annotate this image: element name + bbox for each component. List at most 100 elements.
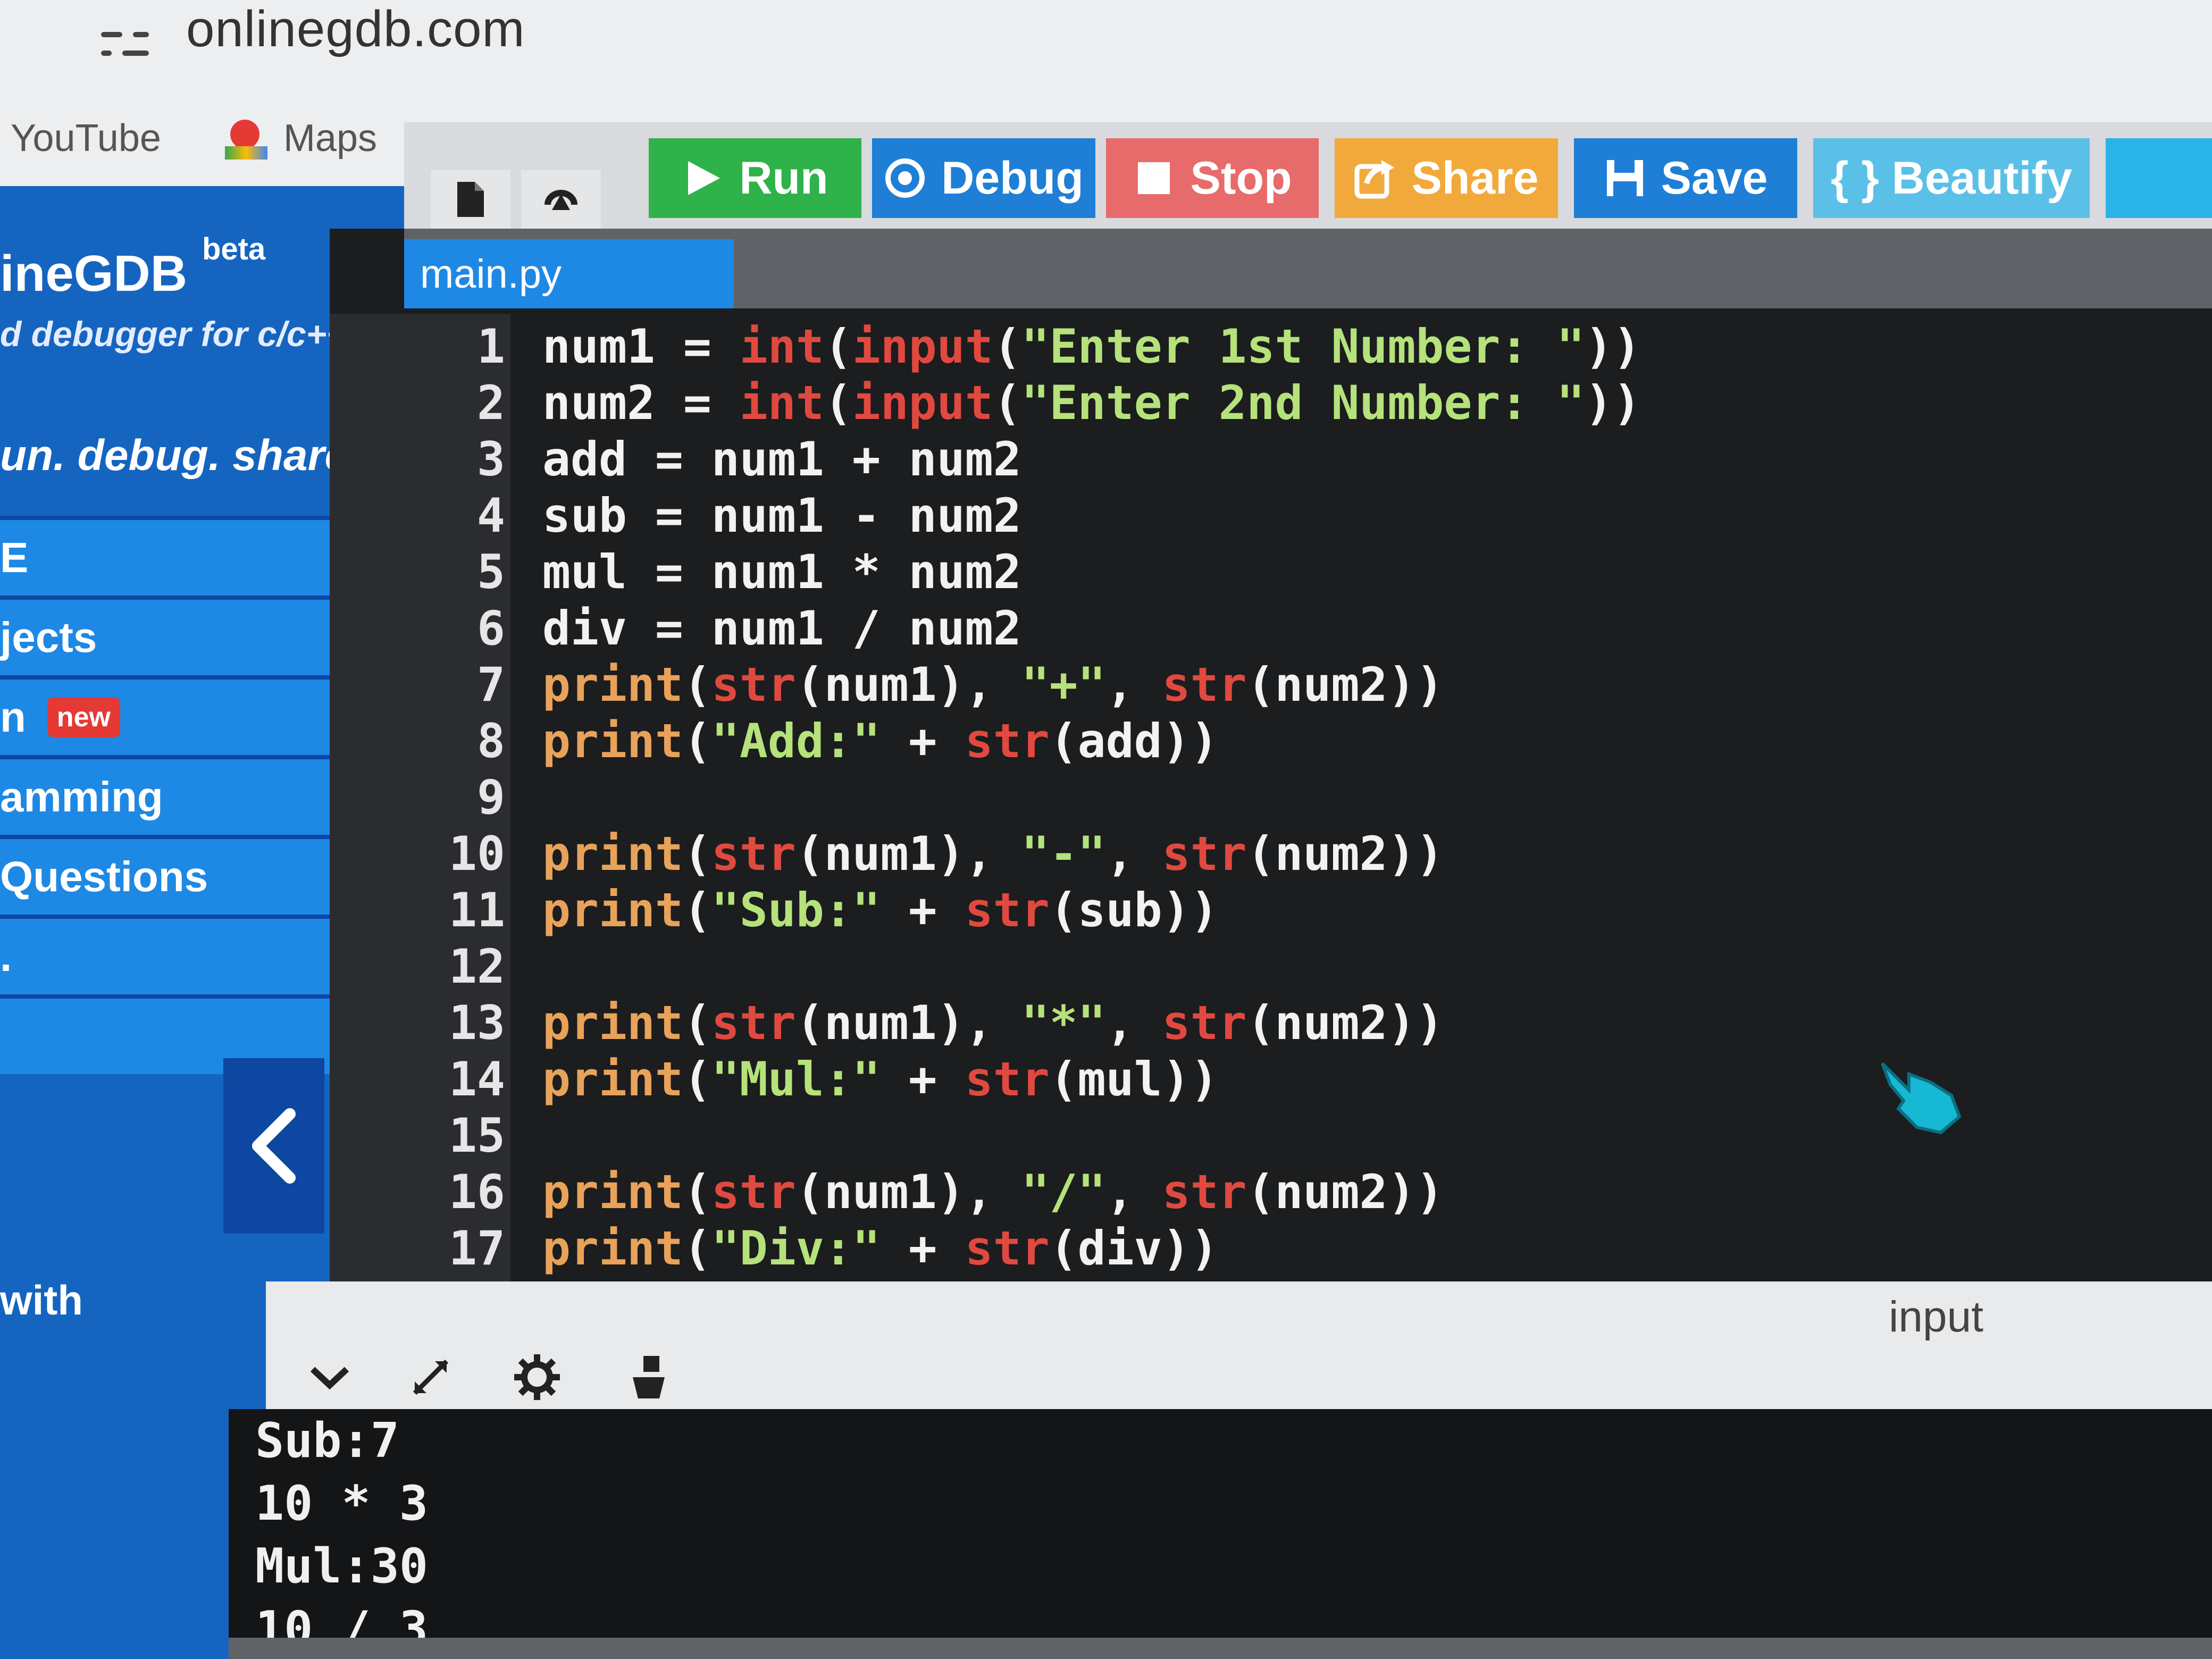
beta-badge: beta	[202, 232, 266, 266]
code-text: add = num1 + num2	[542, 432, 1021, 487]
sidebar-item-label: jects	[0, 614, 97, 661]
line-number: 8	[477, 714, 505, 768]
console-line: Sub:7	[255, 1412, 399, 1469]
line-number: 16	[449, 1164, 505, 1219]
maps-icon	[224, 117, 267, 160]
share-icon	[1354, 160, 1395, 199]
shrink-icon	[413, 1359, 449, 1395]
resize-output-button[interactable]	[399, 1345, 463, 1409]
line-number: 6	[477, 601, 505, 656]
output-console[interactable]: Sub:7 10 * 3 Mul:30 10 / 3	[229, 1409, 2212, 1659]
code-line[interactable]: 3 add = num1 + num2	[330, 432, 2212, 488]
sidebar-item-label: n	[0, 693, 26, 741]
language-select[interactable]	[2106, 138, 2212, 218]
code-line[interactable]: 8 print("Add:" + str(add))	[330, 714, 2212, 770]
beautify-button-label: { } Beautify	[1830, 152, 2073, 204]
code-text: print("Div:" + str(div))	[542, 1221, 1219, 1276]
code-text: print(str(num1), "+", str(num2))	[542, 657, 1444, 712]
input-tab[interactable]: input	[1889, 1292, 1983, 1342]
io-panel-header: input	[266, 1281, 2212, 1409]
site-settings-icon[interactable]	[101, 24, 149, 66]
stop-button[interactable]: Stop	[1106, 138, 1319, 218]
beautify-button[interactable]: { } Beautify	[1813, 138, 2090, 218]
gear-icon	[514, 1354, 560, 1400]
code-line[interactable]: 13 print(str(num1), "*", str(num2))	[330, 995, 2212, 1052]
stop-button-label: Stop	[1190, 152, 1292, 204]
bookmarks-bar: YouTube Maps	[11, 109, 377, 167]
code-text: num2 = int(input("Enter 2nd Number: "))	[542, 375, 1641, 430]
bookmark-label: YouTube	[11, 117, 161, 160]
tab-main-py[interactable]: main.py	[404, 239, 734, 308]
upload-icon	[544, 190, 577, 210]
bookmark-maps[interactable]: Maps	[224, 116, 377, 160]
sidebar-item-label: Questions	[0, 853, 208, 900]
code-editor[interactable]: main.py 1 num1 = int(input("Enter 1st Num…	[330, 229, 2212, 1332]
line-number: 15	[449, 1108, 505, 1163]
stop-icon	[1138, 162, 1170, 194]
play-icon	[688, 161, 720, 195]
new-badge: new	[47, 697, 121, 738]
code-text: mul = num1 * num2	[542, 544, 1021, 599]
code-line[interactable]: 7 print(str(num1), "+", str(num2))	[330, 657, 2212, 714]
sidebar-item-label: amming	[0, 773, 163, 820]
code-text: num1 = int(input("Enter 1st Number: "))	[542, 319, 1641, 374]
clear-console-button[interactable]	[617, 1345, 681, 1409]
brand-tagline: un. debug. share.	[0, 431, 361, 480]
hand-cursor-icon	[1881, 1062, 1962, 1135]
code-line[interactable]: 11 print("Sub:" + str(sub))	[330, 883, 2212, 939]
line-number: 4	[477, 488, 505, 543]
chevron-left-icon	[252, 1108, 296, 1184]
line-number: 12	[449, 939, 505, 994]
debug-button-label: Debug	[941, 152, 1084, 204]
code-line[interactable]: 5 mul = num1 * num2	[330, 544, 2212, 601]
code-text: sub = num1 - num2	[542, 488, 1021, 543]
console-line: Mul:30	[255, 1538, 429, 1594]
code-line[interactable]: 10 print(str(num1), "-", str(num2))	[330, 826, 2212, 883]
line-number: 7	[477, 657, 505, 712]
settings-button[interactable]	[505, 1345, 569, 1409]
code-line[interactable]: 9	[330, 770, 2212, 826]
line-number: 14	[449, 1052, 505, 1107]
code-line[interactable]: 17 print("Div:" + str(div))	[330, 1221, 2212, 1277]
line-number: 13	[449, 995, 505, 1050]
line-number: 1	[477, 319, 505, 374]
run-button-label: Run	[739, 152, 828, 204]
sidebar-footer-text: with	[0, 1277, 83, 1323]
code-text: div = num1 / num2	[542, 601, 1021, 656]
debug-button[interactable]: Debug	[872, 138, 1095, 218]
save-button[interactable]: Save	[1574, 138, 1797, 218]
collapse-sidebar-button[interactable]	[223, 1058, 324, 1234]
line-number: 11	[449, 883, 505, 937]
sidebar-item-label: E	[0, 534, 29, 581]
code-line[interactable]: 1 num1 = int(input("Enter 1st Number: "))	[330, 319, 2212, 375]
share-button[interactable]: Share	[1335, 138, 1558, 218]
run-button[interactable]: Run	[649, 138, 861, 218]
code-area[interactable]: 1 num1 = int(input("Enter 1st Number: "))…	[330, 319, 2212, 1334]
code-line[interactable]: 12	[330, 939, 2212, 995]
save-button-label: Save	[1661, 152, 1768, 204]
line-number: 17	[449, 1221, 505, 1276]
bookmark-youtube[interactable]: YouTube	[11, 116, 161, 160]
code-line[interactable]: 2 num2 = int(input("Enter 2nd Number: "))	[330, 375, 2212, 432]
code-line[interactable]: 16 print(str(num1), "/", str(num2))	[330, 1164, 2212, 1221]
file-tab-bar: main.py	[404, 229, 2212, 308]
toolbar: Run Debug Stop Share Save { } Beautify	[404, 122, 2212, 229]
code-line[interactable]: 6 div = num1 / num2	[330, 601, 2212, 657]
clear-console-icon	[633, 1356, 665, 1398]
line-number: 3	[477, 432, 505, 487]
line-number: 9	[477, 770, 505, 825]
bookmark-label: Maps	[283, 117, 377, 160]
code-text: print("Add:" + str(add))	[542, 714, 1219, 768]
code-text: print(str(num1), "/", str(num2))	[542, 1164, 1444, 1219]
address-bar-url[interactable]: onlinegdb.com	[186, 0, 525, 58]
new-file-button[interactable]	[431, 170, 510, 229]
console-footer-bar	[229, 1638, 2212, 1659]
debug-icon	[885, 158, 925, 198]
code-text: print("Mul:" + str(mul))	[542, 1052, 1219, 1107]
code-line[interactable]: 4 sub = num1 - num2	[330, 488, 2212, 544]
collapse-output-button[interactable]	[298, 1345, 362, 1409]
console-line: 10 * 3	[255, 1475, 429, 1531]
code-text: print(str(num1), "*", str(num2))	[542, 995, 1444, 1050]
upload-button[interactable]	[521, 170, 601, 229]
line-number: 2	[477, 375, 505, 430]
